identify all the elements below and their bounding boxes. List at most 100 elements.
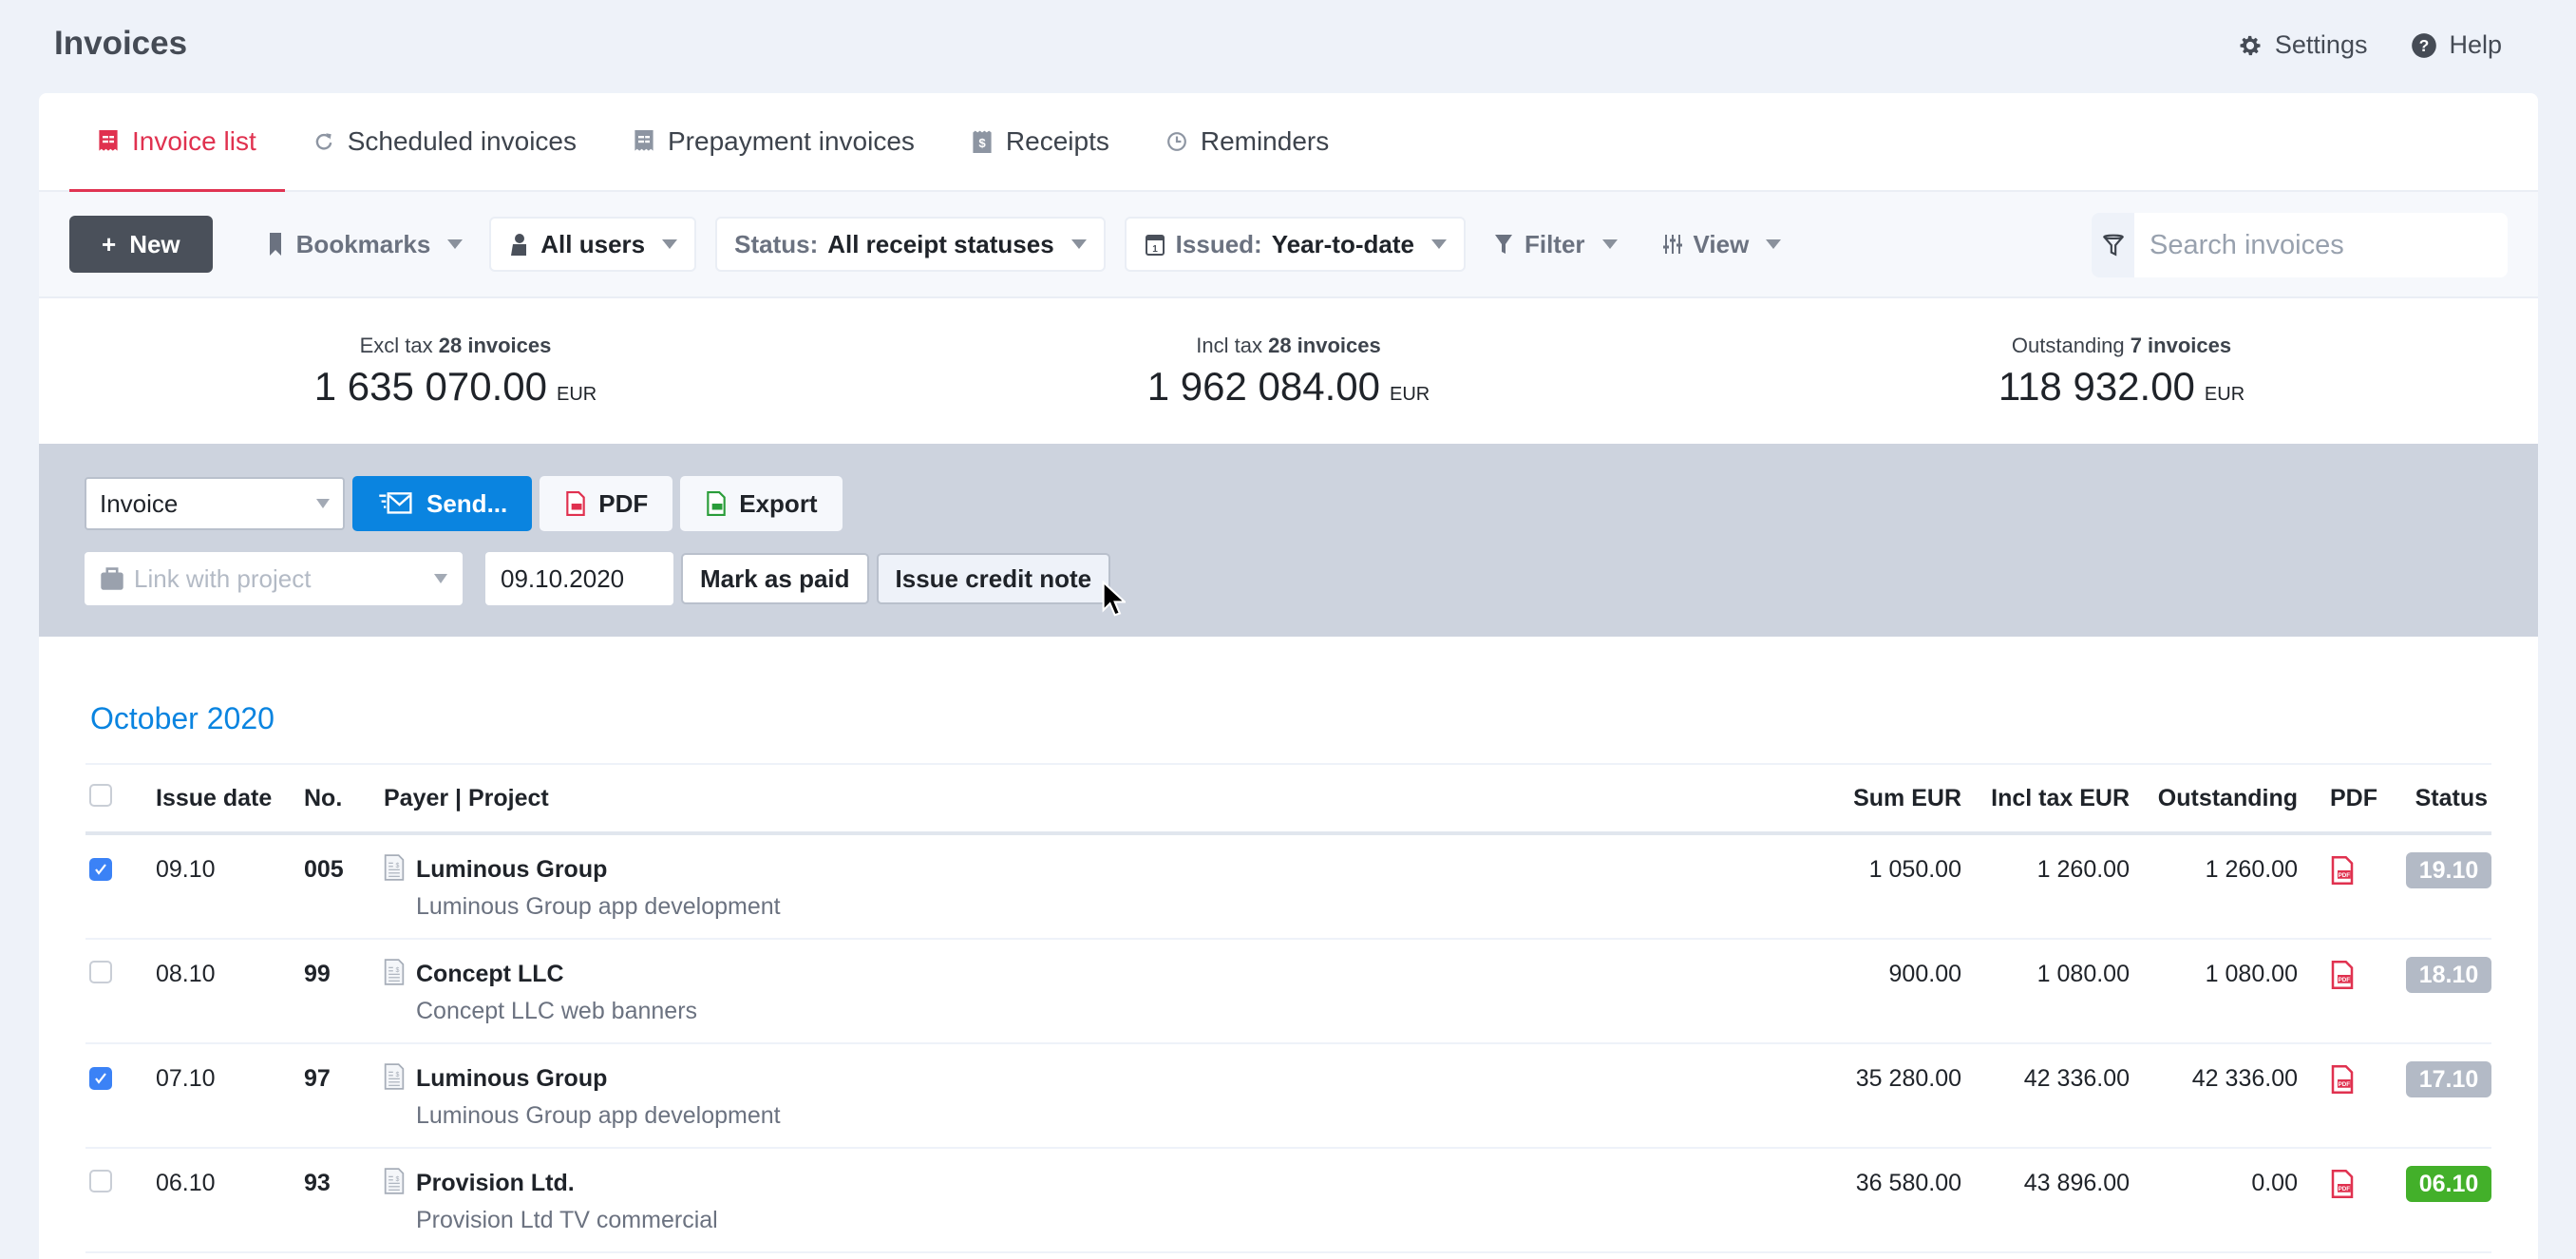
search-input[interactable] xyxy=(2134,213,2508,277)
issue-date: 09.10 xyxy=(156,856,216,883)
summary-count: 7 invoices xyxy=(2130,333,2232,357)
table-row[interactable]: 07.10 97 $ Luminous Group Luminous Group… xyxy=(85,1044,2491,1149)
tab-reminders[interactable]: Reminders xyxy=(1138,93,1357,191)
row-checkbox[interactable] xyxy=(89,858,112,881)
receipt-icon: $ xyxy=(973,130,992,153)
svg-text:PDF: PDF xyxy=(2339,1081,2351,1088)
bookmarks-dropdown[interactable]: Bookmarks xyxy=(247,217,481,272)
payer-name[interactable]: Provision Ltd. xyxy=(416,1170,718,1197)
search-filter-button[interactable] xyxy=(2092,213,2134,277)
caret-down-icon xyxy=(1430,239,1447,249)
view-dropdown[interactable]: View xyxy=(1644,217,1799,272)
issue-date: 07.10 xyxy=(156,1065,216,1092)
help-label: Help xyxy=(2449,30,2502,59)
pdf-icon[interactable]: PDF xyxy=(2329,1065,2356,1094)
tab-scheduled-invoices[interactable]: Scheduled invoices xyxy=(285,93,605,191)
table-row[interactable]: 06.10 93 $ Provision Ltd. Provision Ltd … xyxy=(85,1149,2491,1253)
tab-receipts[interactable]: $ Receipts xyxy=(943,93,1138,191)
invoice-number[interactable]: 005 xyxy=(304,856,384,884)
col-status[interactable]: Status xyxy=(2387,785,2491,812)
document-icon: $ xyxy=(384,1063,405,1090)
document-icon: $ xyxy=(384,959,405,985)
col-outstanding[interactable]: Outstanding xyxy=(2130,785,2298,812)
export-button[interactable]: Export xyxy=(680,476,843,531)
funnel-outline-icon xyxy=(2102,234,2124,257)
tab-label: Invoice list xyxy=(132,126,256,156)
help-link[interactable]: ? Help xyxy=(2411,30,2502,60)
sum-amount: 1 050.00 xyxy=(1868,856,1961,883)
pdf-icon[interactable]: PDF xyxy=(2329,1170,2356,1198)
issued-dropdown[interactable]: 1 Issued: Year-to-date xyxy=(1124,217,1466,272)
payer-name[interactable]: Concept LLC xyxy=(416,961,697,988)
table-row[interactable]: 09.10 005 $ Luminous Group Luminous Grou… xyxy=(85,835,2491,940)
status-badge[interactable]: 19.10 xyxy=(2406,852,2491,888)
tab-label: Reminders xyxy=(1200,126,1330,156)
status-badge[interactable]: 17.10 xyxy=(2406,1061,2491,1097)
col-issue-date[interactable]: Issue date xyxy=(156,785,304,812)
invoice-table: Issue date No. Payer | Project Sum EUR I… xyxy=(85,763,2491,1253)
svg-text:$: $ xyxy=(396,1072,400,1078)
pdf-button[interactable]: PDF xyxy=(540,476,673,531)
summary-count: 28 invoices xyxy=(1268,333,1381,357)
new-button[interactable]: + New xyxy=(69,216,213,273)
mouse-cursor-icon xyxy=(1102,581,1126,617)
issue-credit-note-button[interactable]: Issue credit note xyxy=(876,553,1111,604)
row-checkbox[interactable] xyxy=(89,961,112,983)
refresh-icon xyxy=(315,133,332,150)
issue-credit-note-label: Issue credit note xyxy=(895,563,1092,593)
invoice-icon xyxy=(635,130,653,151)
payment-date-input[interactable]: 09.10.2020 xyxy=(485,552,673,605)
users-dropdown[interactable]: All users xyxy=(489,217,697,272)
summary-currency: EUR xyxy=(557,383,597,405)
invoice-number[interactable]: 97 xyxy=(304,1065,384,1093)
col-sum[interactable]: Sum EUR xyxy=(1809,785,1961,812)
row-checkbox[interactable] xyxy=(89,1170,112,1192)
summary-label: Incl tax xyxy=(1196,333,1262,357)
plus-icon: + xyxy=(102,229,117,258)
send-mail-icon xyxy=(379,492,412,514)
mark-as-paid-button[interactable]: Mark as paid xyxy=(681,553,869,604)
filter-dropdown[interactable]: Filter xyxy=(1475,217,1635,272)
incl-tax-amount: 43 896.00 xyxy=(2023,1170,2130,1196)
pdf-icon[interactable]: PDF xyxy=(2329,856,2356,885)
summary-value: 1 635 070.00 xyxy=(313,363,547,409)
month-heading: October 2020 xyxy=(90,701,275,735)
svg-text:?: ? xyxy=(2419,35,2430,54)
bulk-action-bar: Invoice Send... PDF Export Link with pro… xyxy=(39,444,2538,637)
invoice-number[interactable]: 93 xyxy=(304,1170,384,1197)
send-button[interactable]: Send... xyxy=(352,476,533,531)
tab-invoice-list[interactable]: Invoice list xyxy=(69,93,285,193)
tab-prepayment-invoices[interactable]: Prepayment invoices xyxy=(605,93,943,191)
status-badge[interactable]: 06.10 xyxy=(2406,1166,2491,1202)
funnel-icon xyxy=(1494,235,1512,254)
document-type-select[interactable]: Invoice xyxy=(85,477,345,530)
payer-name[interactable]: Luminous Group xyxy=(416,856,781,884)
user-icon xyxy=(511,234,527,256)
col-no[interactable]: No. xyxy=(304,785,384,812)
settings-link[interactable]: Settings xyxy=(2237,30,2368,60)
outstanding-amount: 0.00 xyxy=(2251,1170,2298,1196)
svg-text:$: $ xyxy=(396,863,400,869)
issue-date: 06.10 xyxy=(156,1170,216,1196)
invoice-number[interactable]: 99 xyxy=(304,961,384,988)
project-name: Provision Ltd TV commercial xyxy=(416,1207,718,1233)
row-checkbox[interactable] xyxy=(89,1067,112,1090)
invoice-icon xyxy=(99,130,118,151)
summary-incl-tax: Incl tax 28 invoices 1 962 084.00 EUR xyxy=(872,298,1705,444)
view-label: View xyxy=(1693,229,1750,258)
col-payer[interactable]: Payer | Project xyxy=(384,785,1809,812)
outstanding-amount: 1 080.00 xyxy=(2205,961,2298,987)
summary-excl-tax: Excl tax 28 invoices 1 635 070.00 EUR xyxy=(39,298,872,444)
link-project-select[interactable]: Link with project xyxy=(85,552,463,605)
select-all-checkbox[interactable] xyxy=(89,783,112,807)
table-row[interactable]: 08.10 99 $ Concept LLC Concept LLC web b… xyxy=(85,940,2491,1044)
status-dropdown[interactable]: Status: All receipt statuses xyxy=(715,217,1106,272)
col-incl-tax[interactable]: Incl tax EUR xyxy=(1961,785,2130,812)
gear-icon xyxy=(2240,35,2261,55)
pdf-icon[interactable]: PDF xyxy=(2329,961,2356,989)
settings-label: Settings xyxy=(2274,30,2368,59)
excel-file-icon xyxy=(707,491,726,516)
status-badge[interactable]: 18.10 xyxy=(2406,957,2491,993)
incl-tax-amount: 42 336.00 xyxy=(2023,1065,2130,1092)
payer-name[interactable]: Luminous Group xyxy=(416,1065,781,1093)
